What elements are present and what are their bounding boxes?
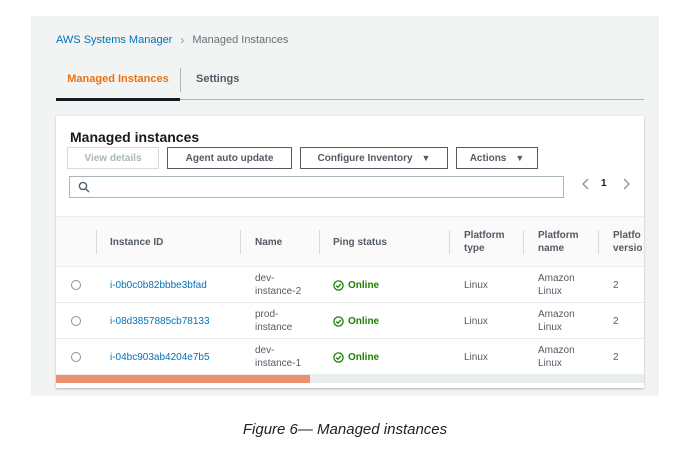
column-header-ping-status[interactable]: Ping status [333, 217, 387, 267]
view-details-label: View details [84, 152, 142, 164]
configure-inventory-button[interactable]: Configure Inventory ▼ [300, 147, 448, 169]
platform-name-line: Amazon [538, 309, 575, 320]
breadcrumb-current: Managed Instances [192, 34, 289, 46]
scrollbar-thumb[interactable] [56, 375, 310, 383]
caret-down-icon: ▼ [515, 153, 525, 163]
column-divider [240, 230, 241, 254]
search-input[interactable] [69, 176, 564, 198]
breadcrumb-root-link[interactable]: AWS Systems Manager [56, 34, 172, 46]
column-header-line: type [464, 243, 485, 254]
actions-button[interactable]: Actions ▼ [456, 147, 538, 169]
instance-name: dev- instance-1 [255, 339, 301, 375]
row-select-radio[interactable] [71, 280, 81, 290]
platform-type: Linux [464, 279, 488, 291]
column-header-line: Platform [464, 230, 505, 241]
column-divider [96, 230, 97, 254]
instance-id-link[interactable]: i-08d3857885cb78133 [110, 303, 210, 339]
platform-name: Amazon Linux [538, 267, 575, 303]
figure-caption: Figure 6— Managed instances [242, 421, 448, 438]
column-header-platform-name[interactable]: Platform name [538, 217, 579, 267]
horizontal-scrollbar[interactable] [56, 375, 644, 383]
check-circle-icon [333, 315, 344, 327]
instance-name-line: instance-1 [255, 358, 302, 369]
instance-id-link[interactable]: i-04bc903ab4204e7b5 [110, 339, 210, 375]
ping-status-label: Online [348, 279, 380, 291]
breadcrumb-separator-icon: › [180, 33, 185, 47]
instance-name-line: prod- [255, 309, 279, 320]
table-row[interactable]: i-08d3857885cb78133 prod- instance Onlin… [56, 303, 644, 339]
instance-name-line: dev- [255, 345, 275, 356]
check-circle-icon [333, 279, 344, 291]
table-row[interactable]: i-04bc903ab4204e7b5 dev- instance-1 Onli… [56, 339, 644, 375]
row-select-radio[interactable] [71, 352, 81, 362]
platform-version: 2 [613, 315, 619, 327]
chevron-right-icon[interactable] [619, 174, 633, 194]
platform-version: 2 [613, 279, 619, 291]
search-icon [78, 181, 90, 193]
instance-name: dev- instance-2 [255, 267, 301, 303]
agent-auto-update-label: Agent auto update [185, 152, 274, 164]
platform-name: Amazon Linux [538, 303, 575, 339]
instance-id-link[interactable]: i-0b0c0b82bbbe3bfad [110, 267, 207, 303]
instance-name-line: dev- [255, 273, 275, 284]
column-divider [598, 230, 599, 254]
column-header-name[interactable]: Name [255, 217, 282, 267]
column-header-platform-version[interactable]: Platfo versio [613, 217, 642, 267]
tab-divider [180, 68, 181, 92]
actions-label: Actions [469, 152, 507, 164]
pagination-current-page[interactable]: 1 [601, 178, 607, 189]
platform-name-line: Amazon [538, 345, 575, 356]
ping-status-label: Online [348, 315, 380, 327]
column-header-platform-type[interactable]: Platform type [464, 217, 505, 267]
column-header-line: name [538, 243, 565, 254]
panel-title: Managed instances [70, 129, 200, 145]
platform-name-line: Amazon [538, 273, 575, 284]
instance-name-line: instance-2 [255, 286, 302, 297]
column-divider [523, 230, 524, 254]
chevron-left-icon[interactable] [579, 174, 593, 194]
agent-auto-update-button[interactable]: Agent auto update [167, 147, 292, 169]
ping-status: Online [333, 303, 379, 339]
screenshot-frame: AWS Systems Manager › Managed Instances … [31, 16, 659, 396]
caret-down-icon: ▼ [421, 153, 431, 163]
table-row[interactable]: i-0b0c0b82bbbe3bfad dev- instance-2 Onli… [56, 267, 644, 303]
column-header-instance-id[interactable]: Instance ID [110, 217, 163, 267]
platform-type: Linux [464, 351, 488, 363]
tab-settings[interactable]: Settings [196, 68, 239, 100]
column-header-line: versio [613, 243, 643, 254]
column-divider [319, 230, 320, 254]
row-select-radio[interactable] [71, 316, 81, 326]
instances-table: Instance ID Name Ping status Platform ty… [56, 216, 644, 375]
instance-name: prod- instance [255, 303, 292, 339]
column-header-line: Platfo [613, 230, 641, 241]
managed-instances-panel: Managed instances View details Agent aut… [56, 116, 644, 388]
view-details-button[interactable]: View details [67, 147, 159, 169]
breadcrumb: AWS Systems Manager › Managed Instances [56, 33, 288, 47]
platform-name-line: Linux [538, 322, 562, 333]
tab-managed-instances[interactable]: Managed Instances [56, 68, 180, 101]
column-divider [449, 230, 450, 254]
ping-status-label: Online [348, 351, 380, 363]
platform-version: 2 [613, 351, 619, 363]
table-header: Instance ID Name Ping status Platform ty… [56, 217, 644, 267]
platform-type: Linux [464, 315, 488, 327]
ping-status: Online [333, 267, 379, 303]
instance-name-line: instance [255, 322, 293, 333]
platform-name-line: Linux [538, 286, 562, 297]
platform-name: Amazon Linux [538, 339, 575, 375]
column-header-line: Platform [538, 230, 579, 241]
check-circle-icon [333, 351, 344, 363]
configure-inventory-label: Configure Inventory [317, 152, 413, 164]
tab-bar: Managed Instances Settings [56, 68, 644, 101]
ping-status: Online [333, 339, 379, 375]
platform-name-line: Linux [538, 358, 562, 369]
